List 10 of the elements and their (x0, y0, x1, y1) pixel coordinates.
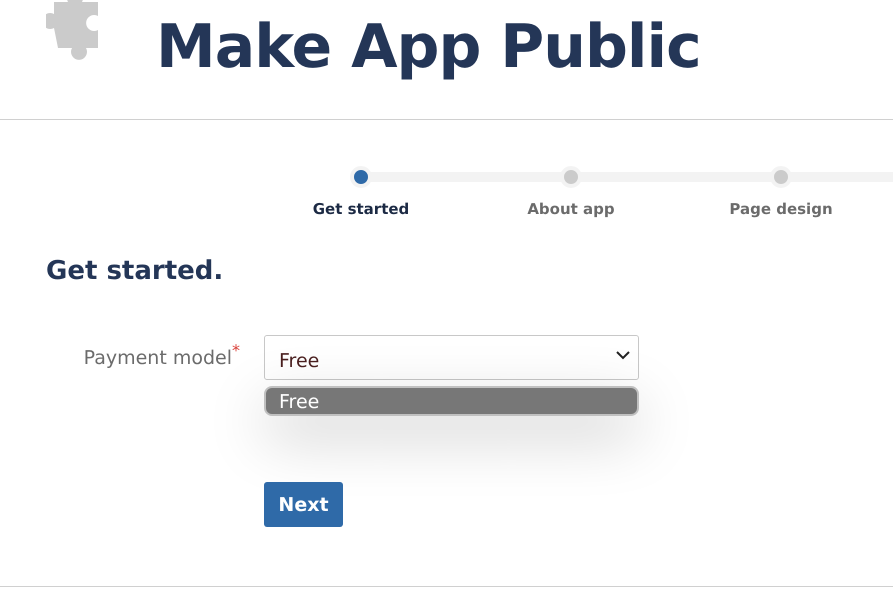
dropdown-option[interactable]: Free (264, 386, 639, 416)
step-label[interactable]: Get started (312, 200, 410, 218)
page-title: Make App Public (156, 12, 701, 82)
step-label[interactable]: Page design (729, 200, 833, 218)
payment-model-select[interactable]: Free (264, 335, 639, 380)
step-label[interactable]: About app (527, 200, 615, 218)
section-heading: Get started. (46, 256, 224, 286)
field-label: Payment model (84, 347, 232, 369)
required-mark: * (232, 341, 240, 360)
next-button[interactable]: Next (264, 482, 343, 527)
